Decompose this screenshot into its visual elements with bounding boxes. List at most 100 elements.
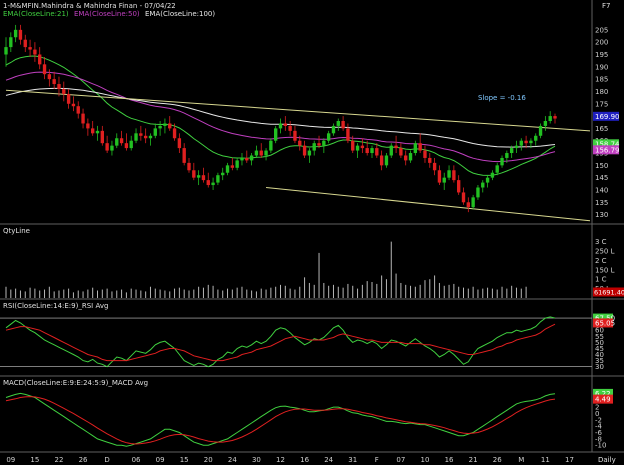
candle xyxy=(62,88,66,94)
volume-tick-label: 3 C xyxy=(595,238,607,246)
rsi-panel-label: RSI(CloseLine:14:E:9)_RSI Avg xyxy=(3,302,108,310)
candle xyxy=(225,165,230,173)
candle xyxy=(230,165,235,168)
x-tick-label: 11 xyxy=(541,456,550,464)
candle xyxy=(476,187,480,198)
candle xyxy=(110,145,114,151)
ema-100-legend: EMA(CloseLine:100) xyxy=(145,10,215,18)
candle xyxy=(71,103,76,107)
candle xyxy=(259,150,263,156)
x-tick-label: 20 xyxy=(204,456,213,464)
candle xyxy=(158,125,162,129)
candle xyxy=(534,135,538,141)
candle xyxy=(375,148,379,156)
candle xyxy=(187,162,191,171)
slope-annotation: Slope = -0.16 xyxy=(478,94,526,102)
volume-value-label: 61691.40 xyxy=(594,289,624,297)
x-tick-label: 15 xyxy=(30,456,39,464)
price-tick-label: 135 xyxy=(595,199,608,207)
candle xyxy=(196,175,201,178)
x-tick-label: 09 xyxy=(6,456,15,464)
candle xyxy=(341,121,345,129)
price-value-label: 169.90 xyxy=(595,113,620,121)
price-tick-label: 190 xyxy=(595,63,608,71)
macd-panel-label: MACD(CloseLine:E:9:E:24:5:9)_MACD Avg xyxy=(3,379,148,387)
chart-title: 1-M&MFIN.Mahindra & Mahindra Finan - 07/… xyxy=(3,2,176,10)
candle xyxy=(298,140,302,146)
candle xyxy=(28,47,32,50)
candle xyxy=(505,153,509,158)
candle xyxy=(100,130,105,144)
candle xyxy=(249,155,254,161)
candle xyxy=(399,148,403,156)
price-tick-label: 185 xyxy=(595,76,608,84)
price-tick-label: 165 xyxy=(595,125,608,133)
candle xyxy=(105,143,109,151)
candle xyxy=(384,155,389,166)
candle xyxy=(148,135,153,139)
price-tick-label: 150 xyxy=(595,162,608,170)
indicator-value-label: 65.05 xyxy=(595,319,615,327)
candle xyxy=(221,172,225,176)
candle xyxy=(269,140,273,151)
candle xyxy=(9,37,13,48)
candle xyxy=(326,133,331,141)
candle xyxy=(389,145,393,156)
candle xyxy=(38,54,42,65)
volume-tick-label: 2 C xyxy=(595,257,607,265)
price-value-label: 156.79 xyxy=(595,146,620,154)
ema-50-legend: EMA(CloseLine:50) xyxy=(74,10,140,18)
x-tick-label: 30 xyxy=(252,456,261,464)
indicator-tick-label: -10 xyxy=(595,442,606,450)
candle xyxy=(346,128,350,141)
candle xyxy=(192,170,196,178)
candle xyxy=(86,123,90,129)
candle xyxy=(408,153,413,161)
price-tick-label: 130 xyxy=(595,211,608,219)
candle xyxy=(95,130,100,134)
candle xyxy=(437,170,442,183)
candle xyxy=(245,157,249,161)
candle xyxy=(351,140,355,151)
candle xyxy=(413,143,418,154)
candle xyxy=(76,106,80,114)
candle xyxy=(481,182,485,188)
candle xyxy=(322,140,326,146)
candle xyxy=(360,145,365,149)
x-tick-label: 16 xyxy=(445,456,454,464)
price-tick-label: 195 xyxy=(595,51,608,59)
x-tick-label: 22 xyxy=(55,456,64,464)
candle xyxy=(4,47,8,55)
x-tick-label: 15 xyxy=(180,456,189,464)
candle xyxy=(240,157,244,161)
candle xyxy=(471,197,475,208)
candle xyxy=(379,155,384,166)
candle xyxy=(211,182,215,186)
candle xyxy=(129,140,133,149)
candle xyxy=(317,143,321,146)
candle xyxy=(293,130,297,141)
chart-canvas[interactable]: 1-M&MFIN.Mahindra & Mahindra Finan - 07/… xyxy=(0,0,624,465)
candle xyxy=(52,79,56,85)
candle xyxy=(331,125,336,134)
candle xyxy=(47,74,52,80)
candle xyxy=(495,165,499,173)
x-tick-label: 17 xyxy=(565,456,574,464)
candle xyxy=(514,145,519,149)
ema-21-legend: EMA(CloseLine:21) xyxy=(3,10,69,18)
candle xyxy=(278,123,283,129)
candle xyxy=(57,84,61,89)
candle xyxy=(163,123,167,126)
candle xyxy=(302,145,307,156)
candle xyxy=(124,143,129,149)
volume-tick-label: 1 C xyxy=(595,276,607,284)
x-tick-label: 07 xyxy=(396,456,405,464)
candle xyxy=(264,150,268,156)
x-tick-label: 10 xyxy=(421,456,430,464)
candle xyxy=(90,128,95,134)
x-tick-label: 21 xyxy=(469,456,478,464)
candle xyxy=(529,140,533,144)
x-tick-label: M xyxy=(518,456,524,464)
candle xyxy=(119,138,124,144)
x-tick-label: 06 xyxy=(132,456,141,464)
